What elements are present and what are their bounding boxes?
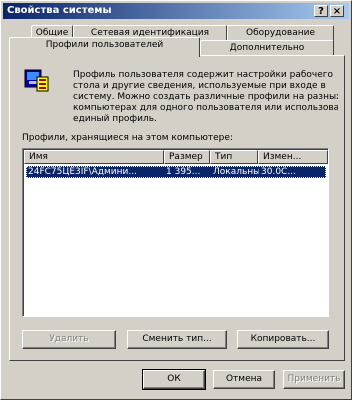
system-properties-window: Свойства системы ? × Общие Сетевая идент… <box>0 0 352 400</box>
profiles-description: Профиль пользователя содержит настройки … <box>73 70 338 125</box>
profiles-list[interactable]: Имя Размер Тип Измен... 24FC75ЦЕ3IF\Адми… <box>22 148 329 317</box>
close-icon[interactable]: × <box>330 5 344 17</box>
description-line: стола и другие сведения, используемые пр… <box>73 81 326 91</box>
window-title: Свойства системы <box>7 5 112 16</box>
profile-name: 24FC75ЦЕ3IF\Админи... <box>28 167 137 177</box>
change-type-button[interactable]: Сменить тип... <box>127 330 227 349</box>
description-line: Профиль пользователя содержит настройки … <box>73 70 333 80</box>
profile-modified: 30.0С... <box>261 167 296 177</box>
profile-type: Локальный <box>213 167 259 177</box>
column-header-type[interactable]: Тип <box>210 150 258 164</box>
delete-profile-button[interactable]: Удалить <box>22 330 116 349</box>
title-bar[interactable]: Свойства системы ? × <box>3 3 349 19</box>
user-profile-icon <box>24 69 49 92</box>
ok-button[interactable]: ОК <box>142 369 206 390</box>
list-header: Имя Размер Тип Измен... <box>24 150 328 164</box>
cancel-button[interactable]: Отмена <box>213 370 275 389</box>
description-line: компьютерах для одного пользователя или … <box>73 103 338 113</box>
description-line: систему. Можно создать различные профили… <box>73 92 338 102</box>
column-header-modified[interactable]: Измен... <box>258 150 328 164</box>
profiles-list-label: Профили, хранящиеся на этом компьютере: <box>22 133 233 143</box>
copy-profile-button[interactable]: Копировать... <box>237 330 329 349</box>
tab-panel-user-profiles: Профиль пользователя содержит настройки … <box>9 55 345 361</box>
column-header-size[interactable]: Размер <box>164 150 210 164</box>
description-line: единый профиль. <box>73 114 157 124</box>
help-icon[interactable]: ? <box>314 5 328 17</box>
column-header-name[interactable]: Имя <box>24 150 164 164</box>
profile-size: 1 395... <box>166 167 201 177</box>
tab-user-profiles[interactable]: Профили пользователей <box>9 37 200 57</box>
apply-button[interactable]: Применить <box>283 370 345 389</box>
table-row[interactable]: 24FC75ЦЕ3IF\Админи... 1 395... Локальный… <box>26 166 326 178</box>
